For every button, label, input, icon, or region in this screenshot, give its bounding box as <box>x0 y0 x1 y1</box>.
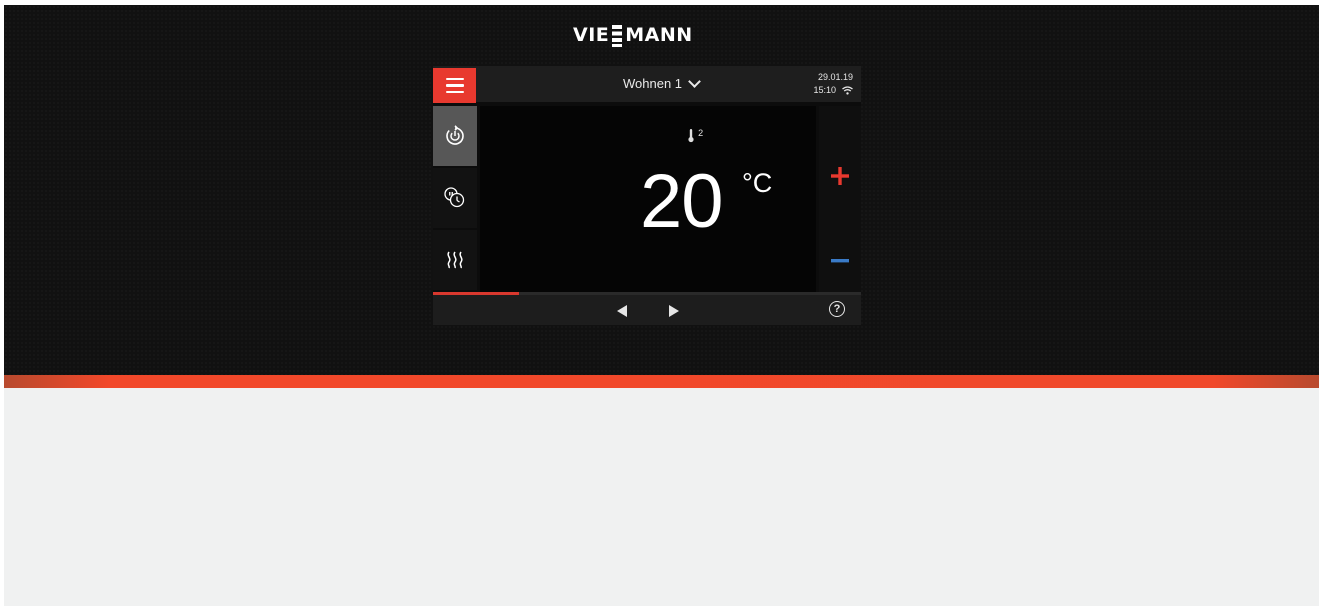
sidebar-item-heating[interactable] <box>433 230 477 290</box>
bottom-bar: ? <box>433 295 861 325</box>
top-bar: Wohnen 1 29.01.19 15:10 <box>433 66 861 103</box>
heating-circuit-indicator: 2 <box>687 128 703 144</box>
logo-mark-icon <box>612 25 623 47</box>
viessmann-logo: VIE MANN <box>573 20 723 50</box>
menu-icon-line <box>445 84 464 87</box>
schedule-clock-icon <box>444 187 465 208</box>
menu-icon-line <box>445 90 464 94</box>
time-text: 15:10 <box>813 85 836 95</box>
zone-label: Wohnen 1 <box>623 76 683 91</box>
logo-text-left: VIE <box>573 24 610 46</box>
logo-text-right: MANN <box>625 24 693 46</box>
next-page-icon[interactable] <box>669 305 679 317</box>
temperature-unit: °C <box>742 168 773 198</box>
help-icon: ? <box>833 303 841 315</box>
zone-dropdown[interactable]: Wohnen 1 <box>623 75 701 91</box>
date-text: 29.01.19 <box>817 72 853 82</box>
minus-icon <box>831 259 849 263</box>
help-button[interactable]: ? <box>829 301 845 317</box>
plus-icon <box>831 167 849 185</box>
menu-icon-line <box>445 77 464 81</box>
decrease-temperature-button[interactable] <box>819 246 861 276</box>
heating-icon <box>447 251 463 269</box>
increase-temperature-button[interactable] <box>819 156 861 196</box>
heating-circuit-number: 2 <box>698 128 704 138</box>
sidebar-item-operating-mode[interactable] <box>433 106 477 166</box>
adjust-column <box>819 106 861 292</box>
sidebar <box>433 106 477 292</box>
date-time: 29.01.19 15:10 <box>813 71 853 97</box>
sidebar-item-time-program[interactable] <box>433 168 477 228</box>
thermometer-icon <box>688 129 694 143</box>
standby-power-icon <box>446 125 464 145</box>
chevron-down-icon <box>688 75 701 88</box>
previous-page-icon[interactable] <box>617 305 627 317</box>
device-background: VIE MANN Wohnen 1 29.01.19 15:10 2 20 °C… <box>4 5 1319 606</box>
room-temperature-value: 20 <box>640 159 724 244</box>
wifi-icon <box>842 86 853 95</box>
temperature-display: 2 20 °C <box>480 106 816 292</box>
touch-screen: Wohnen 1 29.01.19 15:10 2 20 °C ? <box>433 66 861 325</box>
housing-bottom <box>4 388 1319 606</box>
accent-strip <box>4 375 1319 388</box>
menu-button[interactable] <box>433 68 476 103</box>
